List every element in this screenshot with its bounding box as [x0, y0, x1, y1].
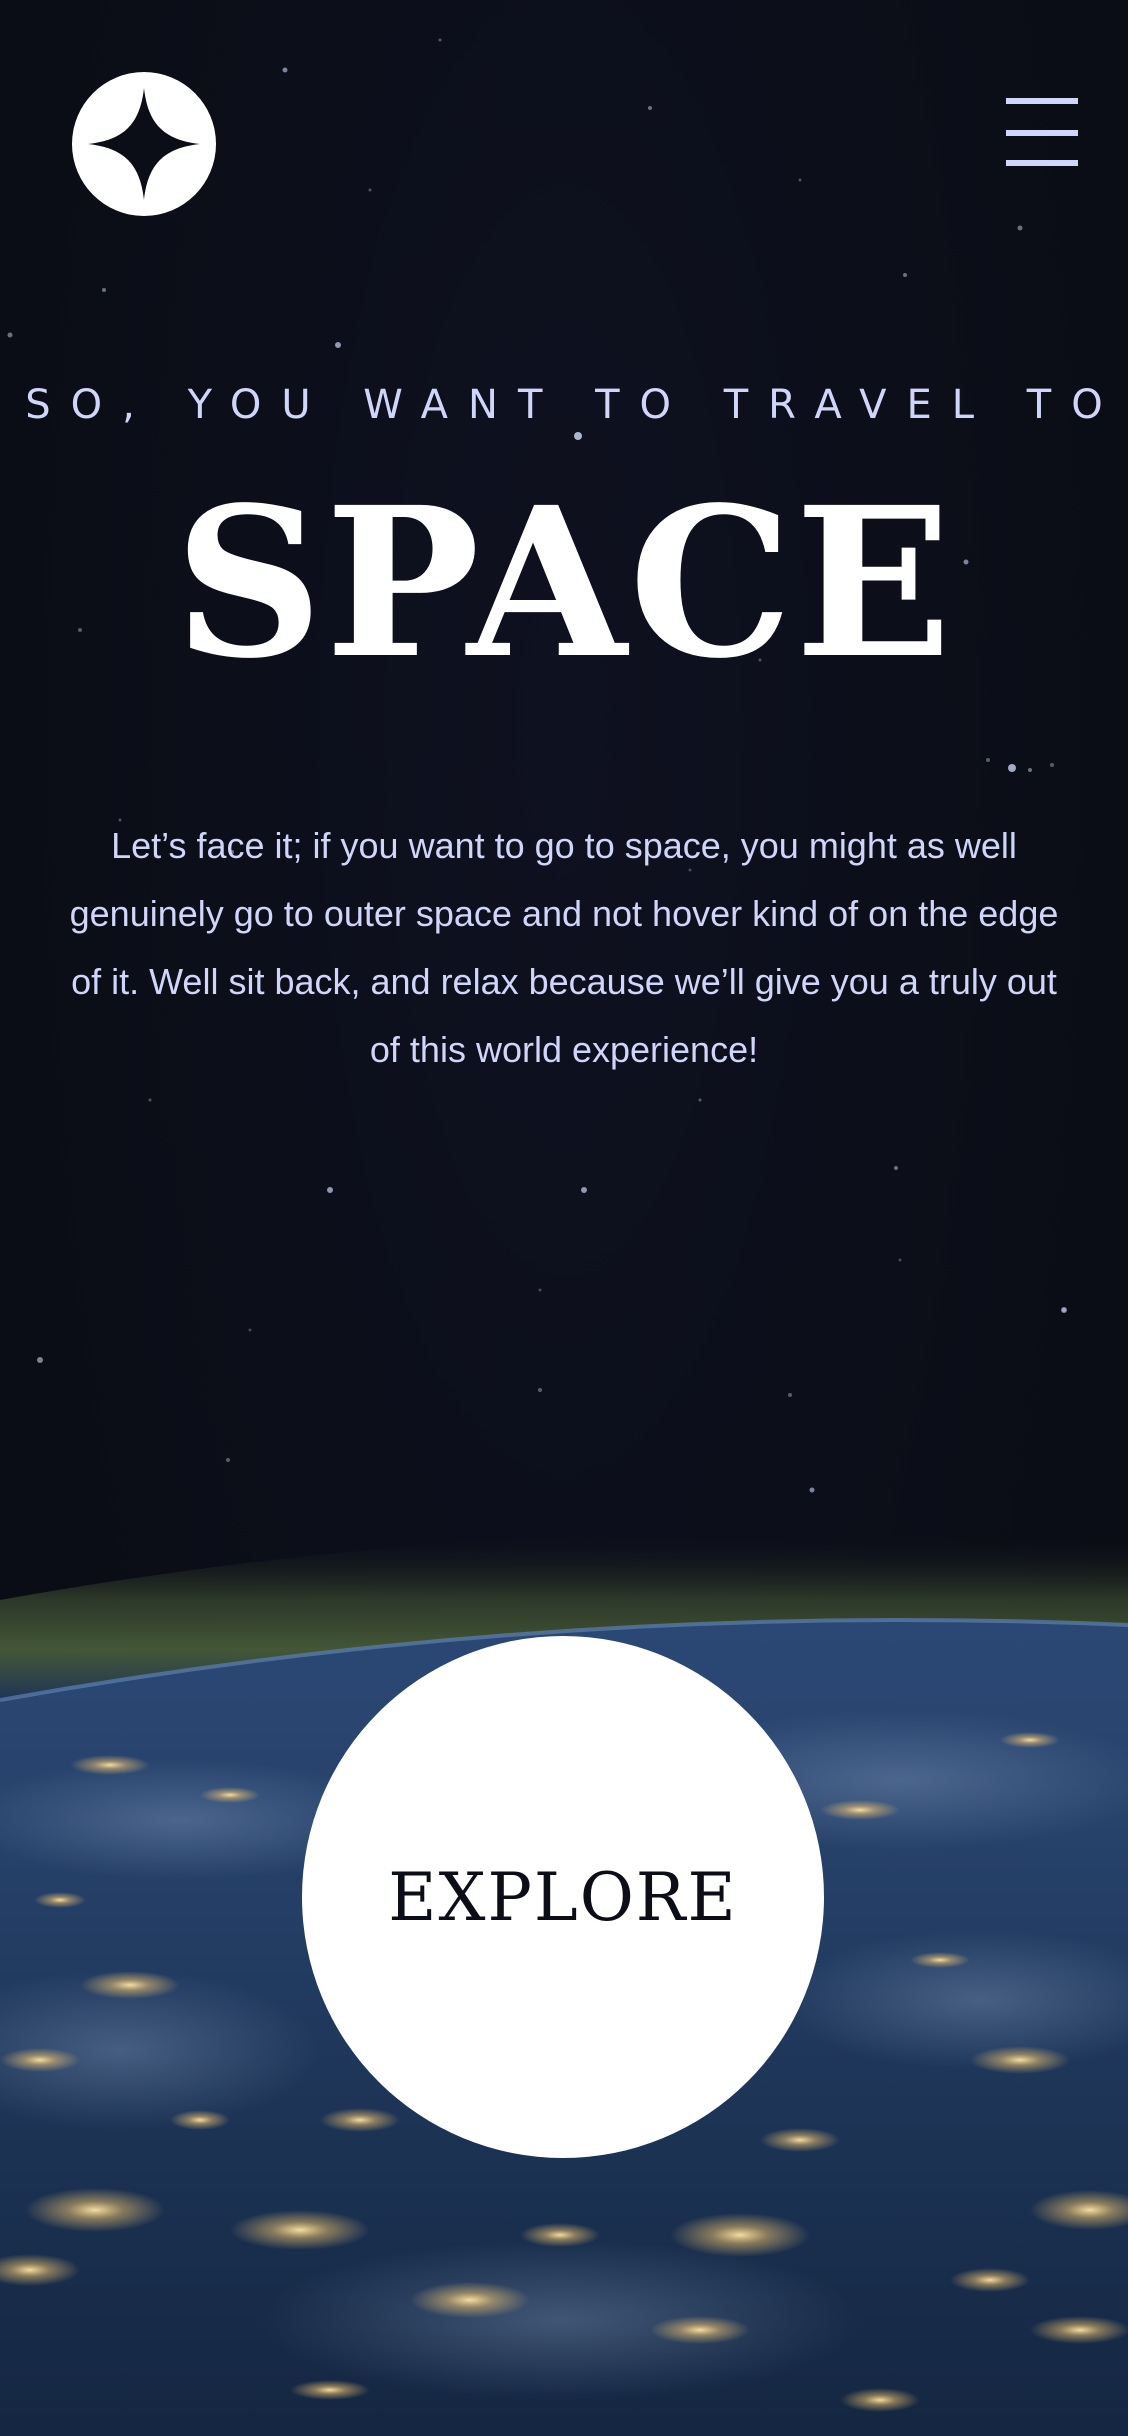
- explore-button[interactable]: EXPLORE: [302, 1636, 824, 2158]
- page-background: SO, YOU WANT TO TRAVEL TO SPACE Let’s fa…: [0, 0, 1128, 2436]
- four-point-star-icon: [88, 88, 200, 200]
- menu-bar-bottom: [1006, 160, 1078, 166]
- hamburger-menu-icon[interactable]: [1004, 98, 1080, 168]
- logo[interactable]: [72, 72, 216, 216]
- hero-description: Let’s face it; if you want to go to spac…: [69, 825, 1059, 1070]
- hero-subtitle: SO, YOU WANT TO TRAVEL TO: [25, 382, 1123, 428]
- menu-bar-middle: [1006, 130, 1078, 136]
- menu-bar-top: [1006, 98, 1078, 104]
- page-title: SPACE: [174, 462, 954, 704]
